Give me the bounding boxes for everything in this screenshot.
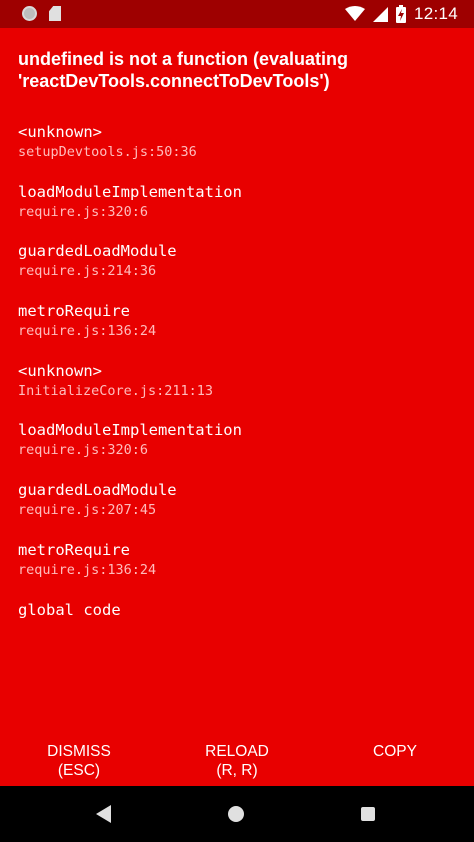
recents-icon[interactable] (361, 807, 375, 821)
frame-location: require.js:207:45 (18, 502, 157, 519)
reload-label: RELOAD (205, 743, 269, 760)
clock: 12:14 (413, 4, 458, 23)
sd-card-icon (49, 6, 61, 21)
stack-frame[interactable]: global code (18, 600, 458, 660)
stack-frame[interactable]: guardedLoadModule require.js:207:45 (18, 480, 458, 540)
dismiss-shortcut: (ESC) (57, 762, 101, 779)
frame-method: global code (18, 600, 121, 619)
frame-location: InitializeCore.js:211:13 (18, 382, 214, 399)
stack-frame[interactable]: loadModuleImplementation require.js:320:… (18, 420, 458, 480)
cellular-signal-icon (372, 7, 388, 22)
copy-label: COPY (373, 743, 417, 760)
stack-frame[interactable]: <unknown> setupDevtools.js:50:36 (18, 122, 458, 182)
action-buttons: DISMISS (ESC) RELOAD (R, R) COPY (0, 734, 474, 786)
status-right-icons: 12:14 (344, 4, 458, 24)
circle-icon (22, 6, 37, 21)
frame-location: require.js:136:24 (18, 323, 157, 340)
copy-button[interactable]: COPY (316, 734, 474, 786)
error-title: undefined is not a function (evaluating … (18, 49, 349, 91)
frame-method: <unknown> (18, 123, 102, 141)
frame-method: guardedLoadModule (18, 481, 177, 500)
dismiss-label: DISMISS (47, 743, 111, 760)
frame-method: loadModuleImplementation (18, 421, 242, 440)
battery-charging-icon (395, 5, 406, 23)
back-icon[interactable] (96, 805, 111, 823)
frame-location: require.js:320:6 (18, 442, 149, 459)
navigation-bar (0, 786, 474, 842)
status-bar: 12:14 (0, 0, 474, 28)
frame-method: loadModuleImplementation (18, 182, 242, 201)
stack-frame[interactable]: metroRequire require.js:136:24 (18, 540, 458, 600)
stack-frame[interactable]: guardedLoadModule require.js:214:36 (18, 241, 458, 301)
status-left-icons (22, 6, 61, 21)
frame-method: metroRequire (18, 302, 130, 321)
frame-method: metroRequire (18, 540, 130, 559)
reload-button[interactable]: RELOAD (R, R) (158, 734, 316, 786)
frame-location: setupDevtools.js:50:36 (18, 144, 197, 160)
stack-frame[interactable]: metroRequire require.js:136:24 (18, 301, 458, 361)
frame-location: require.js:136:24 (18, 561, 157, 578)
dismiss-button[interactable]: DISMISS (ESC) (0, 734, 158, 786)
stack-trace: <unknown> setupDevtools.js:50:36 loadMod… (18, 122, 458, 659)
stack-frame[interactable]: loadModuleImplementation require.js:320:… (18, 182, 458, 242)
wifi-icon (344, 6, 365, 21)
frame-method: guardedLoadModule (18, 242, 177, 261)
redbox-error-screen: undefined is not a function (evaluating … (0, 28, 474, 786)
home-icon[interactable] (228, 806, 244, 822)
frame-location: require.js:320:6 (18, 203, 149, 220)
stack-frame[interactable]: <unknown> InitializeCore.js:211:13 (18, 361, 458, 421)
frame-location: require.js:214:36 (18, 263, 157, 280)
frame-method: <unknown> (18, 361, 102, 380)
reload-shortcut: (R, R) (216, 762, 258, 779)
